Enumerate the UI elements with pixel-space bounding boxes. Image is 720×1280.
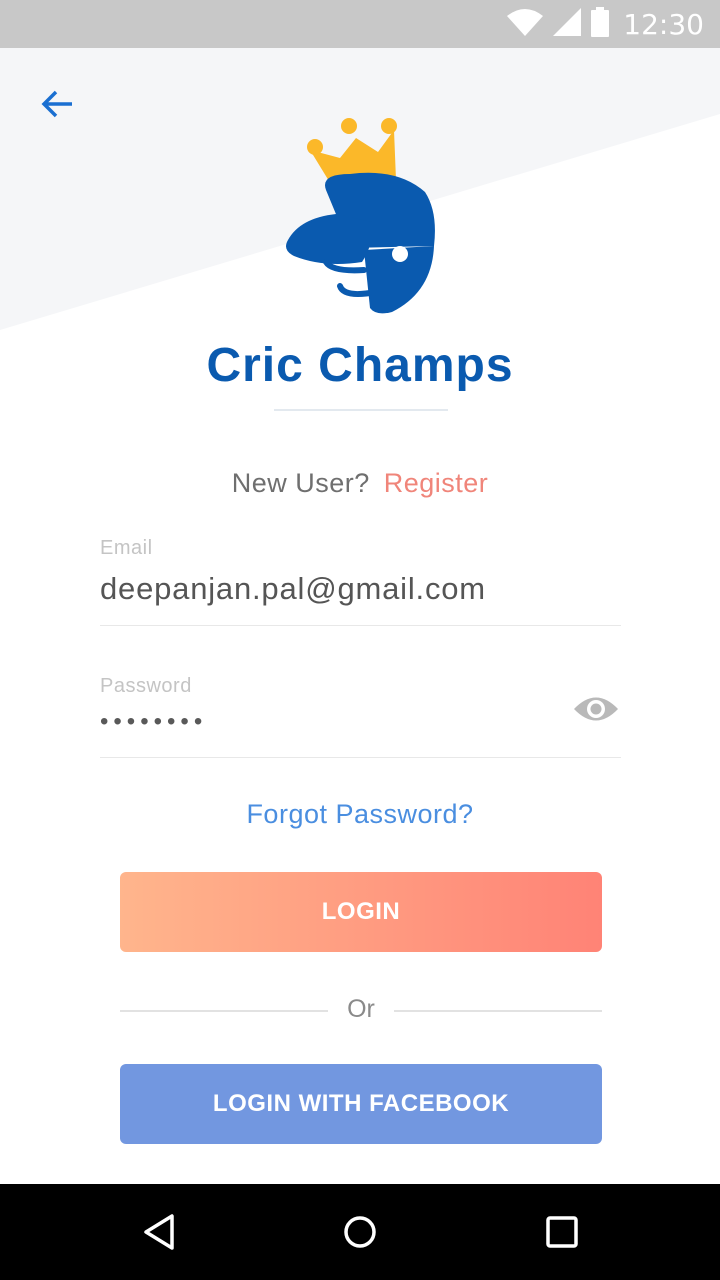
navigation-bar [0, 1184, 720, 1280]
show-password-toggle[interactable] [572, 692, 620, 726]
login-with-facebook-button[interactable]: LOGIN WITH FACEBOOK [120, 1064, 602, 1144]
nav-recents-button[interactable] [536, 1206, 588, 1258]
status-icons: 12:30 [507, 0, 704, 48]
password-underline [100, 757, 621, 758]
wifi-icon [507, 8, 544, 41]
email-field[interactable]: deepanjan.pal@gmail.com [100, 571, 486, 607]
battery-icon [591, 6, 610, 42]
nav-home-button[interactable] [334, 1206, 386, 1258]
status-bar: 12:30 [0, 0, 720, 48]
login-button[interactable]: LOGIN [120, 872, 602, 952]
helmet-crown-logo [286, 118, 435, 314]
arrow-left-icon [41, 90, 72, 118]
password-field[interactable]: •••••••• [100, 708, 207, 736]
forgot-password-link[interactable]: Forgot Password? [0, 799, 720, 830]
new-user-prompt: New User? [231, 468, 370, 498]
nav-back-button[interactable] [134, 1206, 186, 1258]
back-button[interactable] [30, 80, 82, 132]
title-divider [274, 409, 448, 411]
separator-text: Or [347, 995, 375, 1023]
separator-line-right [394, 1010, 602, 1012]
status-time: 12:30 [623, 7, 704, 41]
email-label: Email [100, 537, 153, 559]
password-label: Password [100, 675, 192, 697]
app-logo [280, 112, 450, 322]
register-link[interactable]: Register [384, 468, 489, 498]
app-title: Cric Champs [206, 339, 514, 392]
eye-icon [574, 697, 618, 721]
separator-line-left [120, 1010, 328, 1012]
email-underline [100, 625, 621, 626]
register-row: New User? Register [0, 468, 720, 499]
facebook-button-label: LOGIN WITH FACEBOOK [212, 1090, 510, 1117]
cellular-signal-icon [553, 7, 582, 41]
home-circle-icon [344, 1216, 376, 1248]
recents-square-icon [546, 1216, 578, 1248]
back-triangle-icon [144, 1214, 174, 1250]
login-button-label: LOGIN [321, 898, 401, 925]
